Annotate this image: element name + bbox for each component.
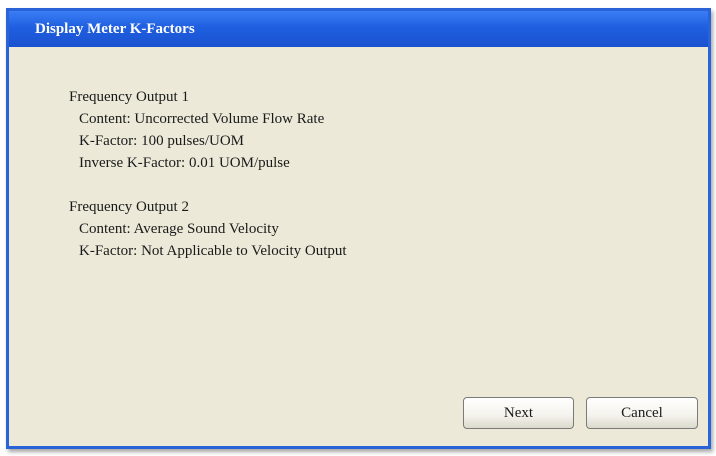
frequency-output-1-k-factor: K-Factor: 100 pulses/UOM [79, 133, 244, 149]
frequency-output-1-heading: Frequency Output 1 [69, 89, 189, 105]
dialog-content: Frequency Output 1 Content: Uncorrected … [69, 86, 347, 284]
frequency-output-2-heading: Frequency Output 2 [69, 199, 189, 215]
frequency-output-1-group: Frequency Output 1 Content: Uncorrected … [69, 86, 347, 174]
frequency-output-1-content: Content: Uncorrected Volume Flow Rate [79, 111, 325, 127]
cancel-button[interactable]: Cancel [586, 397, 698, 429]
frequency-output-2-content: Content: Average Sound Velocity [79, 221, 279, 237]
frequency-output-2-group: Frequency Output 2 Content: Average Soun… [69, 196, 347, 262]
frequency-output-2-k-factor: K-Factor: Not Applicable to Velocity Out… [79, 243, 347, 259]
k-factors-dialog: Display Meter K-Factors Frequency Output… [6, 8, 711, 449]
dialog-titlebar[interactable]: Display Meter K-Factors [9, 11, 708, 47]
dialog-title: Display Meter K-Factors [35, 20, 195, 37]
next-button[interactable]: Next [463, 397, 574, 429]
frequency-output-1-inverse-k-factor: Inverse K-Factor: 0.01 UOM/pulse [79, 155, 290, 171]
